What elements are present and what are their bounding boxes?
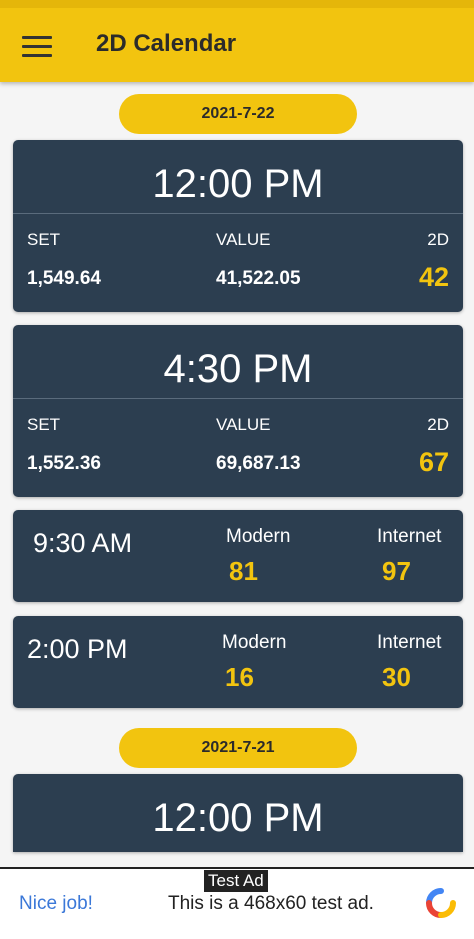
round-card: 2:00 PM Modern Internet 16 30 — [13, 616, 463, 708]
date-pill: 2021-7-21 — [119, 728, 357, 768]
internet-label: Internet — [377, 526, 442, 547]
session-time: 12:00 PM — [152, 162, 324, 206]
ad-body-text[interactable]: This is a 468x60 test ad. — [168, 893, 374, 915]
app-title: 2D Calendar — [96, 30, 237, 57]
admob-logo-icon[interactable] — [425, 887, 457, 919]
value-label: VALUE — [216, 415, 271, 434]
round-time: 2:00 PM — [27, 634, 128, 664]
modern-label: Modern — [222, 632, 287, 653]
value-value: 41,522.05 — [216, 268, 301, 289]
test-ad-tag: Test Ad — [204, 870, 268, 892]
session-time: 4:30 PM — [163, 347, 313, 391]
twod-number: 67 — [418, 447, 449, 477]
session-card: 12:00 PM SET VALUE 2D 1,549.64 41,522.05… — [13, 140, 463, 312]
set-label: SET — [27, 230, 61, 249]
twod-label: 2D — [427, 415, 449, 434]
set-value: 1,552.36 — [27, 453, 101, 474]
set-value: 1,549.64 — [27, 268, 101, 289]
session-card: 4:30 PM SET VALUE 2D 1,552.36 69,687.13 … — [13, 325, 463, 497]
twod-label: 2D — [427, 230, 449, 249]
session-time: 12:00 PM — [152, 796, 324, 840]
internet-label: Internet — [377, 632, 442, 653]
value-label: VALUE — [216, 230, 271, 249]
divider — [13, 398, 463, 399]
modern-number: 81 — [229, 556, 258, 586]
modern-number: 16 — [225, 662, 254, 692]
internet-number: 30 — [382, 662, 411, 692]
hamburger-menu-icon[interactable] — [22, 36, 52, 58]
internet-number: 97 — [382, 556, 411, 586]
status-bar-strip — [0, 0, 474, 8]
app-bar: 2D Calendar — [0, 0, 474, 82]
round-card: 9:30 AM Modern Internet 81 97 — [13, 510, 463, 602]
modern-label: Modern — [226, 526, 291, 547]
session-card: 12:00 PM — [13, 774, 463, 852]
round-time: 9:30 AM — [33, 528, 133, 558]
date-pill: 2021-7-22 — [119, 94, 357, 134]
twod-number: 42 — [418, 262, 449, 292]
value-value: 69,687.13 — [216, 453, 301, 474]
set-label: SET — [27, 415, 61, 434]
ad-nice-text[interactable]: Nice job! — [19, 893, 93, 915]
divider — [13, 213, 463, 214]
ad-banner[interactable]: Nice job! This is a 468x60 test ad. Test… — [0, 867, 474, 939]
